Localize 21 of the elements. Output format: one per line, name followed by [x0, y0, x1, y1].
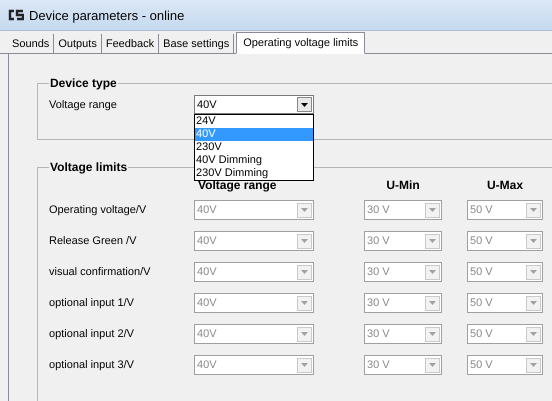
dropdown-option[interactable]: 230V Dimming: [195, 167, 313, 180]
dropdown-option[interactable]: 230V: [195, 141, 313, 154]
dropdown-option[interactable]: 40V: [195, 128, 313, 141]
field-label: Voltage range: [49, 98, 118, 110]
tab[interactable]: Operating voltage limits: [236, 32, 366, 54]
voltage-range-dropdown[interactable]: 40V: [194, 95, 314, 114]
row-label: visual confirmation/V: [49, 266, 152, 278]
logo-icon: [8, 9, 24, 21]
group-title: Device type: [49, 76, 118, 90]
column-header: U-Min: [385, 178, 421, 192]
row-label: Operating voltage/V: [49, 204, 148, 216]
column-header: Voltage range: [197, 178, 278, 192]
window-title: Device parameters - online: [29, 8, 184, 22]
row-label: optional input 1/V: [49, 297, 136, 309]
row-label: optional input 3/V: [49, 359, 136, 371]
row-label: optional input 2/V: [49, 328, 136, 340]
column-header: U-Max: [486, 178, 524, 192]
row-label: Release Green /V: [49, 235, 138, 247]
dropdown-option[interactable]: 24V: [195, 115, 313, 128]
group-title: Voltage limits: [49, 160, 128, 174]
dropdown-option[interactable]: 40V Dimming: [195, 154, 313, 167]
